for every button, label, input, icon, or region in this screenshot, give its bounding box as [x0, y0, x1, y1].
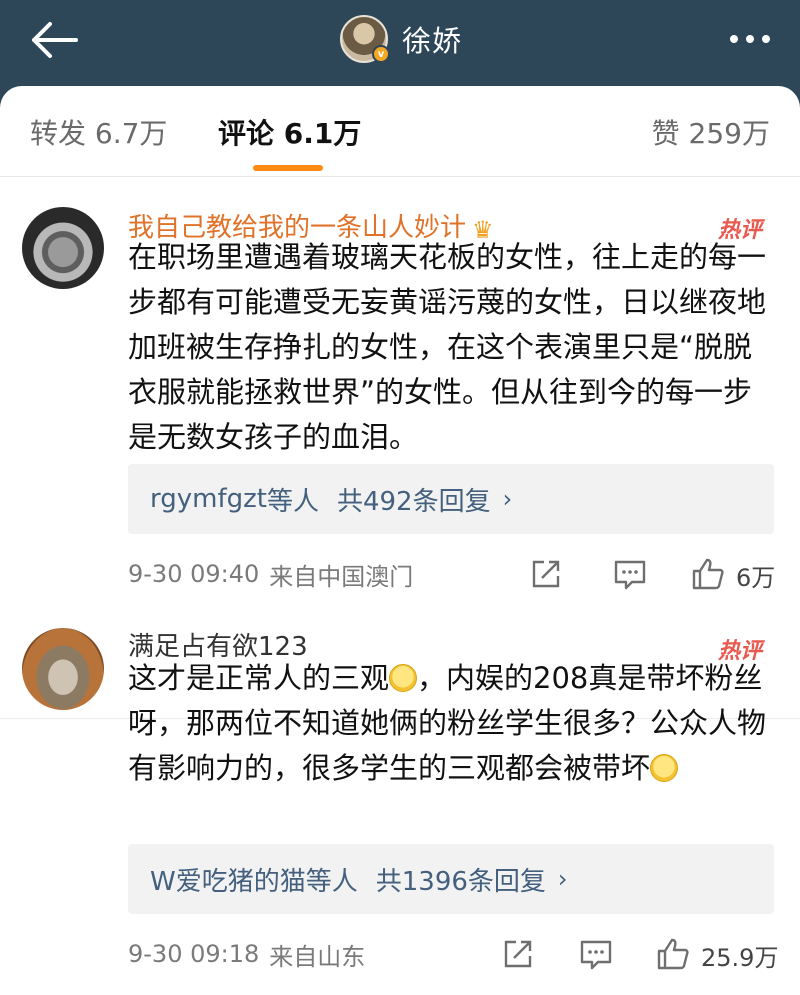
- verified-badge: v: [372, 45, 390, 63]
- avatar[interactable]: [22, 628, 104, 710]
- smile-emoji-icon: [650, 754, 679, 782]
- comment-text-part: 这才是正常人的三观: [128, 661, 390, 695]
- comment-time: 9-30 09:40: [128, 560, 260, 588]
- comment-text: 这才是正常人的三观 ，内娱的208真是带坏粉丝呀，那两位不知道她俩的粉丝学生很多？…: [128, 656, 768, 791]
- comment-meta: 9-30 09:40 来自中国澳门 6万: [128, 554, 778, 594]
- share-icon[interactable]: [528, 556, 564, 592]
- back-arrow-icon[interactable]: [26, 18, 82, 62]
- chevron-right-icon: ›: [502, 485, 513, 513]
- reply-etc: 等人: [266, 486, 319, 517]
- tab-forward[interactable]: 转发 6.7万: [30, 112, 167, 152]
- share-icon[interactable]: [500, 936, 536, 972]
- reply-icon[interactable]: [578, 936, 614, 972]
- replies-link[interactable]: rgymfgzt 等人 共492条回复 ›: [128, 464, 774, 534]
- comment-sheet: 转发 6.7万 评论 6.1万 赞 259万 我自己教给我的一条山人妙计 ♛ 热评…: [0, 86, 800, 995]
- user-name: 徐娇: [402, 24, 463, 58]
- active-tab-indicator: [253, 165, 323, 171]
- divider: [0, 176, 800, 177]
- like-count: 25.9万: [701, 944, 779, 972]
- comment-item: 我自己教给我的一条山人妙计 ♛ 热评 在职场里遭遇着玻璃天花板的女性，往上走的每一…: [0, 202, 800, 719]
- comment-time: 9-30 09:18: [128, 940, 260, 968]
- reply-count: 共1396条回复: [375, 866, 546, 897]
- laughing-emoji-icon: [389, 664, 418, 692]
- reply-etc: 等人: [305, 866, 358, 897]
- like-count: 6万: [736, 564, 776, 592]
- reply-icon[interactable]: [612, 556, 648, 592]
- avatar[interactable]: [22, 207, 104, 289]
- chevron-right-icon: ›: [557, 865, 568, 893]
- tab-like[interactable]: 赞 259万: [652, 112, 770, 152]
- replies-link[interactable]: W爱吃猪的猫 等人 共1396条回复 ›: [128, 844, 774, 914]
- reply-count: 共492条回复: [336, 486, 491, 517]
- reply-users: W爱吃猪的猫: [150, 866, 306, 897]
- comment-source: 来自山东: [269, 942, 366, 971]
- tab-bar: 转发 6.7万 评论 6.1万 赞 259万: [0, 86, 800, 176]
- reply-users: rgymfgzt: [150, 484, 267, 514]
- comment-source: 来自中国澳门: [269, 562, 414, 591]
- comment-text: 在职场里遭遇着玻璃天花板的女性，往上走的每一步都有可能遭受无妄黄谣污蔑的女性，日…: [128, 240, 767, 454]
- comment-meta: 9-30 09:18 来自山东 25.9万: [128, 934, 778, 974]
- like-thumb-icon[interactable]: [655, 936, 691, 972]
- profile-title[interactable]: v 徐娇: [340, 14, 462, 64]
- more-dots-icon[interactable]: [722, 24, 770, 54]
- like-thumb-icon[interactable]: [690, 556, 726, 592]
- avatar[interactable]: v: [340, 15, 390, 63]
- tab-comment[interactable]: 评论 6.1万: [218, 112, 361, 152]
